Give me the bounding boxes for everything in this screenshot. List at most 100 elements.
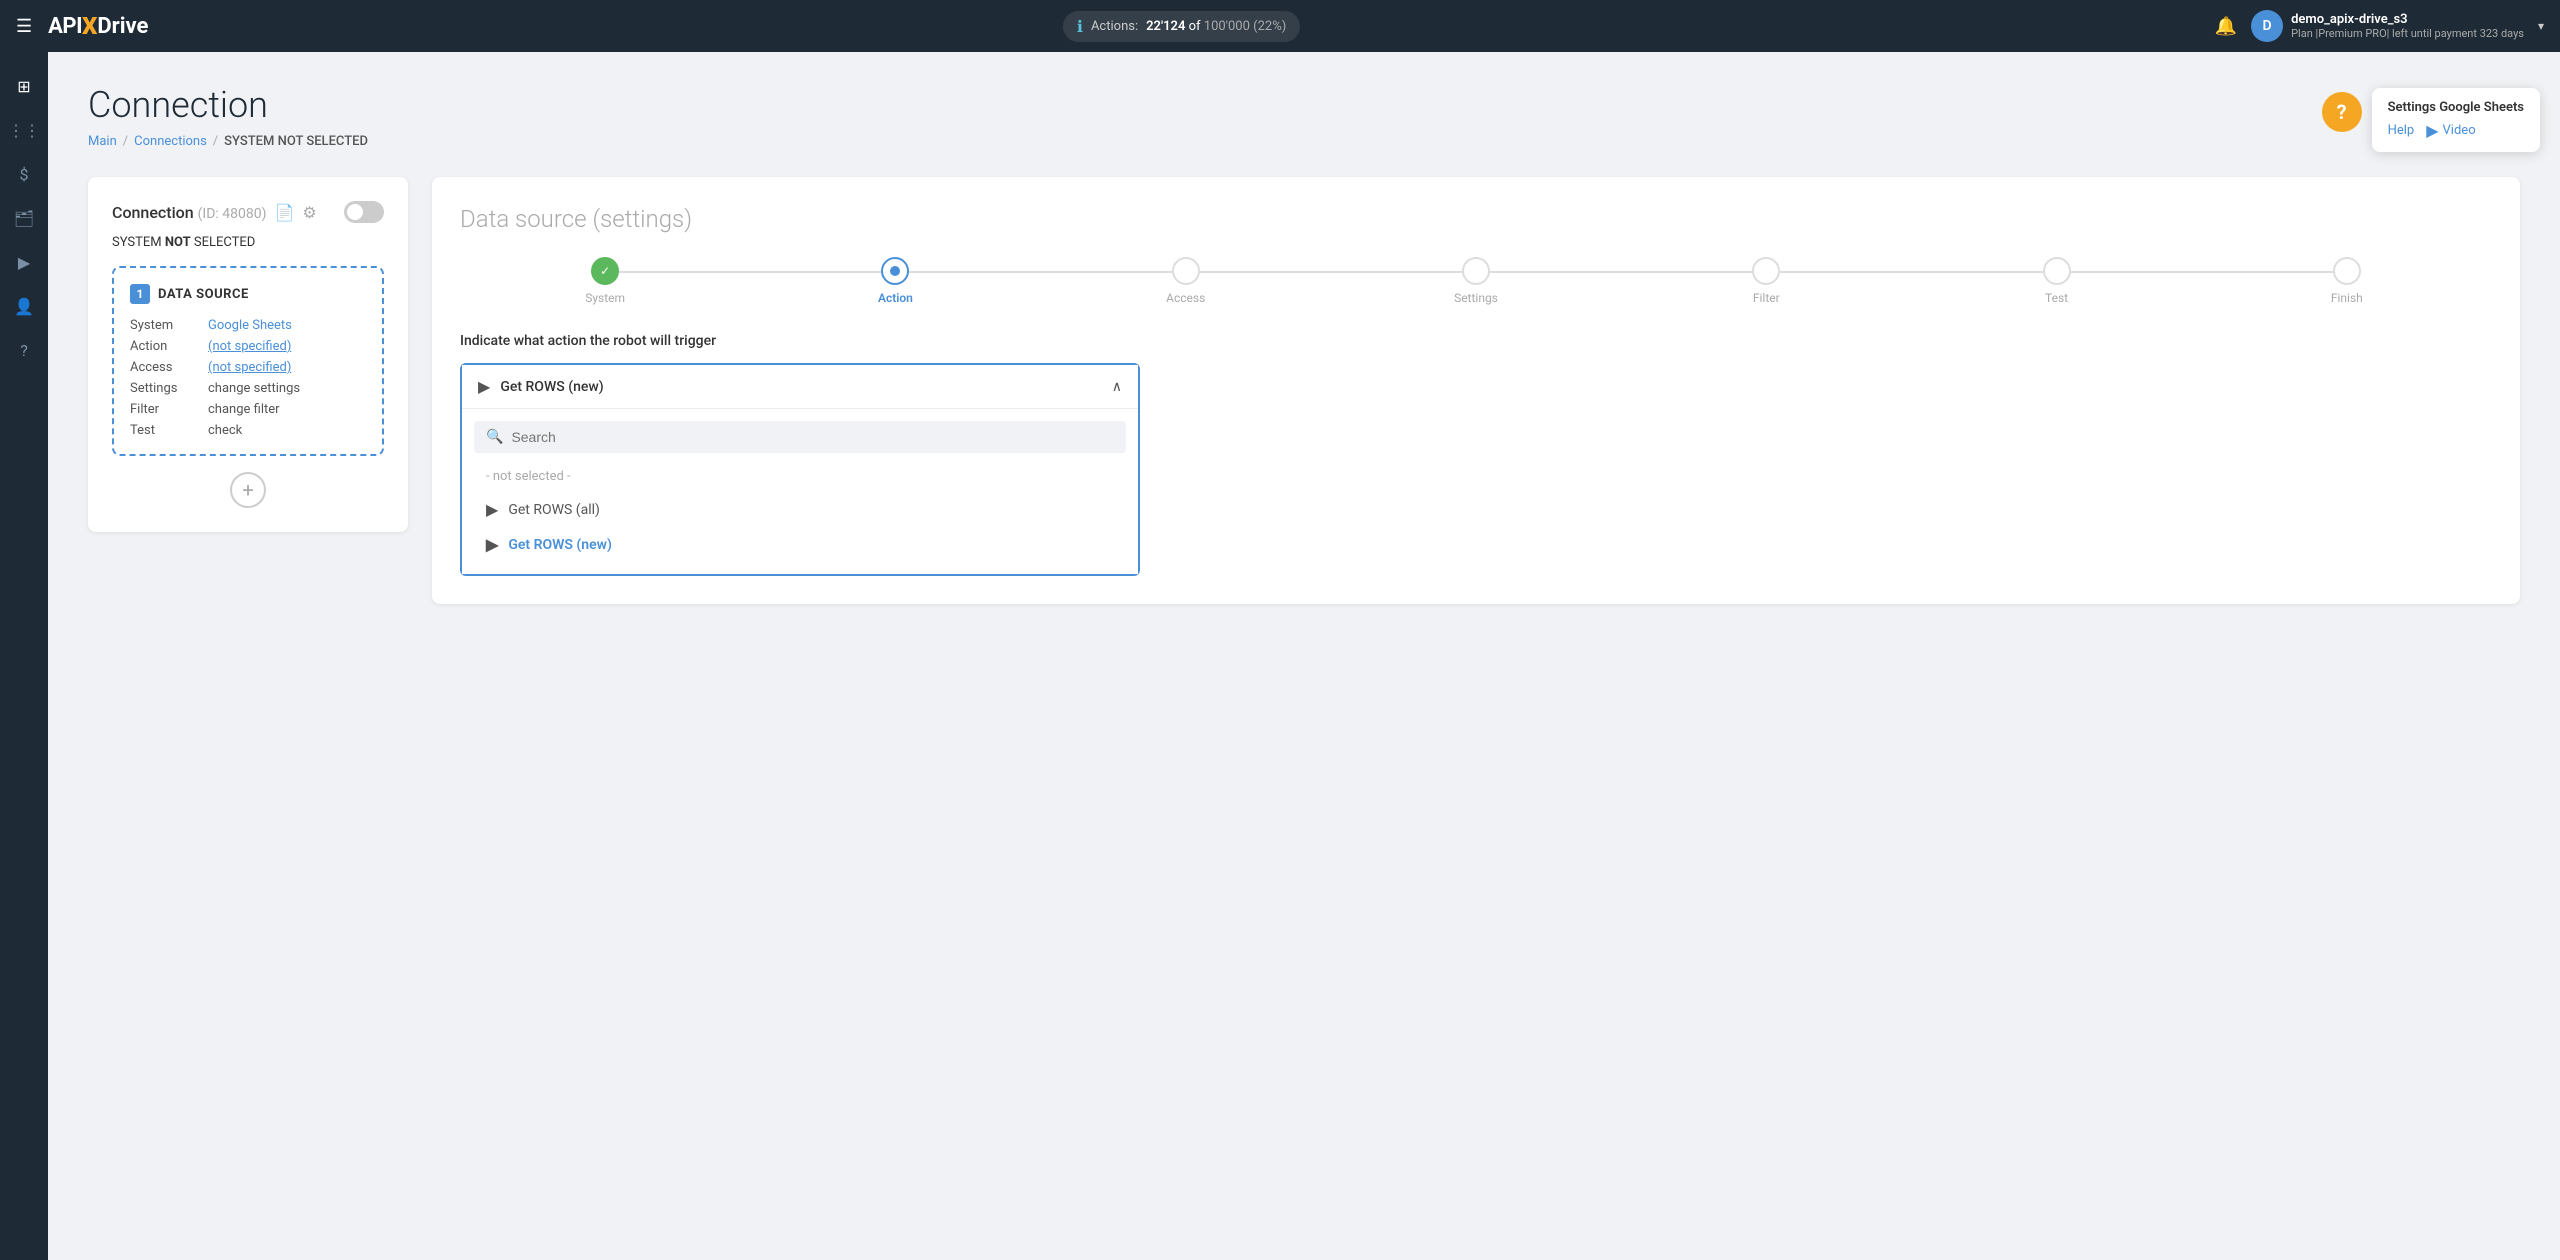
step-settings: Settings [1331,257,1621,305]
step-circle-filter [1752,257,1780,285]
step-test: Test [1911,257,2201,305]
panel-title-text: Connection (ID: 48080) [112,203,267,222]
play-icon-option-1: ▶ [486,500,498,519]
panel-header: Connection (ID: 48080) 📄 ⚙ [112,201,384,223]
breadcrumb-sep-1: / [123,134,128,149]
search-icon: 🔍 [486,429,503,445]
step-label-filter: Filter [1753,291,1780,305]
play-icon-option-2: ▶ [486,535,498,554]
help-popup-links: Help ▶ Video [2388,121,2524,140]
breadcrumb-sep-2: / [213,134,218,149]
right-panel: Data source (settings) ✓ System Action A… [432,177,2520,604]
sidebar-item-help[interactable]: ? [6,332,42,368]
breadcrumb-current: SYSTEM NOT SELECTED [224,134,368,149]
dropdown-selected-row[interactable]: ▶ Get ROWS (new) ∧ [462,365,1138,408]
ds-rows: System Google Sheets Action (not specifi… [130,318,366,438]
ds-label-system: System [130,318,200,333]
table-row: Settings change settings [130,381,366,396]
play-icon: ▶ [478,377,490,396]
actions-count: 22'124 of 100'000 (22%) [1146,19,1286,34]
search-box: 🔍 [474,421,1126,453]
logo-drive-text: Drive [97,14,148,39]
action-dropdown: ▶ Get ROWS (new) ∧ 🔍 - not selected - ▶ … [460,363,1140,576]
dropdown-option-get-rows-new[interactable]: ▶ Get ROWS (new) [474,527,1126,562]
navbar-center: ℹ Actions: 22'124 of 100'000 (22%) [160,11,2202,42]
help-circle-button[interactable]: ? [2322,92,2362,132]
system-not-selected-label: SYSTEM NOT SELECTED [112,235,384,250]
step-action: Action [750,257,1040,305]
settings-icon[interactable]: ⚙ [302,203,316,222]
sidebar-item-media[interactable]: ▶ [6,244,42,280]
copy-icon[interactable]: 📄 [275,203,295,222]
panel-title: Connection (ID: 48080) 📄 ⚙ [112,203,317,222]
ds-title: DATA SOURCE [158,287,249,302]
dropdown-chevron-up-icon: ∧ [1112,379,1122,395]
step-circle-system: ✓ [591,257,619,285]
ds-label-settings: Settings [130,381,200,396]
user-plan: Plan |Premium PRO| left until payment 32… [2291,27,2524,40]
sidebar-item-connections[interactable]: ⋮⋮ [6,112,42,148]
actions-percent: (22%) [1253,19,1286,34]
dropdown-selected-text: Get ROWS (new) [500,379,603,395]
table-row: Filter change filter [130,402,366,417]
breadcrumb-connections-link[interactable]: Connections [134,134,207,149]
actions-badge: ℹ Actions: 22'124 of 100'000 (22%) [1063,11,1300,42]
ds-label-action: Action [130,339,200,354]
ds-number: 1 [130,284,150,304]
sidebar-item-tasks[interactable]: 🗂 [6,200,42,236]
step-access: Access [1041,257,1331,305]
help-link[interactable]: Help [2388,123,2415,138]
step-circle-finish [2333,257,2361,285]
ds-value-system[interactable]: Google Sheets [208,318,292,333]
ds-value-test[interactable]: check [208,423,242,438]
breadcrumb: Main / Connections / SYSTEM NOT SELECTED [88,134,2520,149]
step-circle-settings [1462,257,1490,285]
ds-label-test: Test [130,423,200,438]
ds-value-access[interactable]: (not specified) [208,360,291,375]
add-source-button[interactable]: + [230,472,266,508]
actions-total: 100'000 [1204,19,1250,34]
datasource-title-sub: (settings) [592,205,692,233]
notifications-bell-icon[interactable]: 🔔 [2215,16,2237,37]
ds-value-action[interactable]: (not specified) [208,339,291,354]
user-section[interactable]: D demo_apix-drive_s3 Plan |Premium PRO| … [2251,10,2524,42]
sidebar-item-billing[interactable]: $ [6,156,42,192]
info-icon: ℹ [1077,17,1083,36]
actions-label: Actions: [1091,19,1138,34]
logo-x-text: X [82,12,97,40]
sidebar: ⊞ ⋮⋮ $ 🗂 ▶ 👤 ? [0,52,48,1260]
hamburger-menu-icon[interactable]: ☰ [16,16,32,37]
ds-header: 1 DATA SOURCE [130,284,366,304]
page-title: Connection [88,84,2520,126]
dropdown-option-get-rows-all[interactable]: ▶ Get ROWS (all) [474,492,1126,527]
toggle-switch[interactable] [344,201,384,223]
ds-value-settings[interactable]: change settings [208,381,300,396]
step-label-access: Access [1166,291,1205,305]
dropdown-option-label-2: Get ROWS (new) [508,537,612,553]
step-circle-action [881,257,909,285]
video-label: Video [2443,123,2476,138]
navbar-right: 🔔 D demo_apix-drive_s3 Plan |Premium PRO… [2215,10,2544,42]
table-row: Action (not specified) [130,339,366,354]
table-row: Access (not specified) [130,360,366,375]
table-row: Test check [130,423,366,438]
step-finish: Finish [2202,257,2492,305]
search-input[interactable] [511,429,1114,445]
dropdown-selected-left: ▶ Get ROWS (new) [478,377,604,396]
user-menu-chevron-icon[interactable]: ▾ [2538,19,2544,33]
logo-api-text: API [48,14,82,39]
dropdown-option-label-1: Get ROWS (all) [508,502,600,518]
step-label-test: Test [2045,291,2068,305]
step-label-system: System [585,291,625,305]
left-panel: Connection (ID: 48080) 📄 ⚙ SYSTEM NOT SE… [88,177,408,532]
step-label-settings: Settings [1454,291,1498,305]
sidebar-item-account[interactable]: 👤 [6,288,42,324]
main-content: Connection Main / Connections / SYSTEM N… [48,52,2560,1260]
sidebar-item-dashboard[interactable]: ⊞ [6,68,42,104]
actions-of: of [1189,19,1204,34]
video-link[interactable]: ▶ Video [2426,121,2475,140]
step-system: ✓ System [460,257,750,305]
step-label-finish: Finish [2331,291,2363,305]
ds-value-filter[interactable]: change filter [208,402,280,417]
breadcrumb-main-link[interactable]: Main [88,134,117,149]
